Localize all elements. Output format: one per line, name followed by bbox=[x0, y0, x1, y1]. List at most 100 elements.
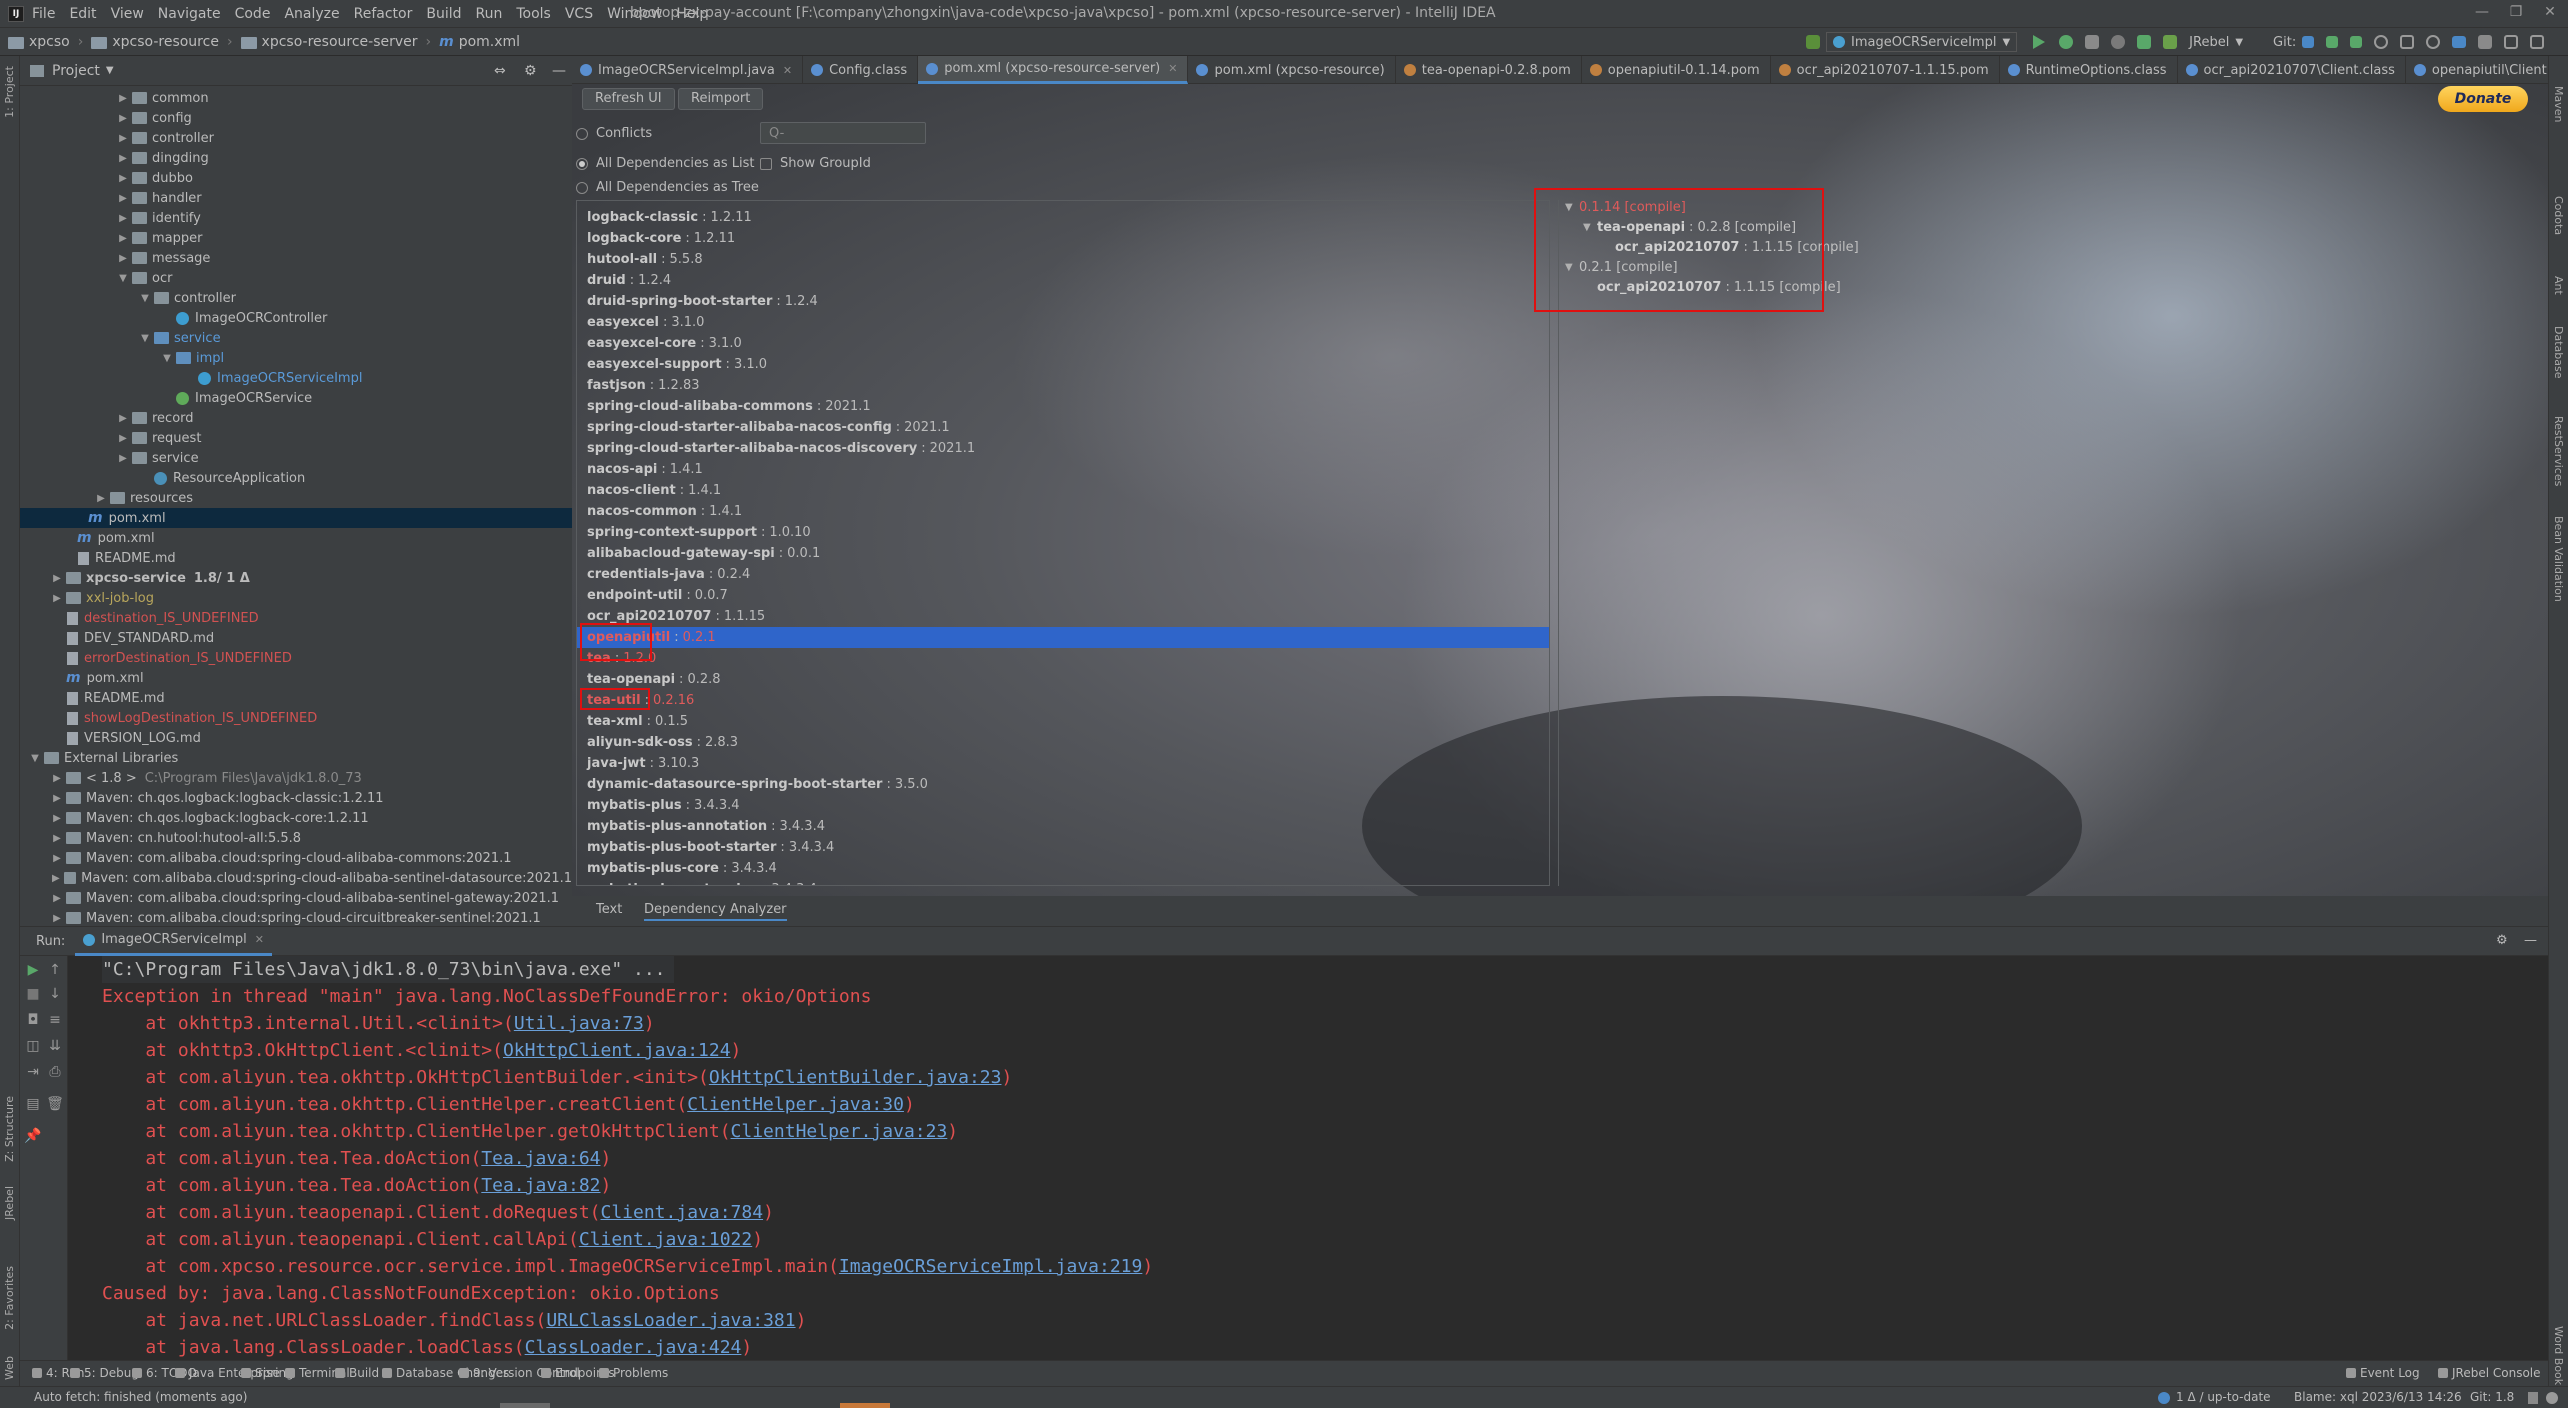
gear-icon[interactable]: ⚙ bbox=[2496, 933, 2508, 948]
close-icon[interactable]: ✕ bbox=[255, 933, 264, 946]
project-tree-item[interactable]: ▶ xpcso-service 1.8/ 1 Δ bbox=[20, 568, 572, 588]
tab-dependency-analyzer[interactable]: Dependency Analyzer bbox=[644, 902, 787, 921]
chevron-right-icon[interactable]: ▶ bbox=[50, 873, 62, 884]
source-link[interactable]: Util.java:73 bbox=[514, 1013, 644, 1034]
source-link[interactable]: Client.java:784 bbox=[601, 1202, 764, 1223]
project-tree-item[interactable]: ▶ controller bbox=[20, 128, 572, 148]
project-tree-item[interactable]: ▼ service bbox=[20, 328, 572, 348]
project-tree-item[interactable]: ▶ mapper bbox=[20, 228, 572, 248]
dependency-row[interactable]: endpoint-util:0.0.7 bbox=[577, 585, 1549, 606]
menu-code[interactable]: Code bbox=[235, 6, 271, 22]
trash-icon[interactable]: 🗑 bbox=[46, 1096, 64, 1112]
layout-icon[interactable]: ▤ bbox=[24, 1096, 42, 1112]
dependency-row[interactable]: druid:1.2.4 bbox=[577, 270, 1549, 291]
dependency-row[interactable]: hutool-all:5.5.8 bbox=[577, 249, 1549, 270]
dependency-row[interactable]: mybatis-plus-boot-starter:3.4.3.4 bbox=[577, 837, 1549, 858]
run-config-select[interactable]: ImageOCRServiceImpl ▼ bbox=[1826, 32, 2018, 52]
close-icon[interactable]: ✕ bbox=[2540, 4, 2560, 22]
arrow-down-icon[interactable]: ↓ bbox=[46, 986, 64, 1002]
close-icon[interactable]: ✕ bbox=[1168, 62, 1177, 75]
project-tree-item[interactable]: errorDestination_IS_UNDEFINED bbox=[20, 648, 572, 668]
breadcrumb-item[interactable]: m pom.xml bbox=[439, 34, 526, 50]
dependency-row[interactable]: mybatis-plus-extension: 3.4.3.4 bbox=[577, 879, 1549, 885]
chevron-right-icon[interactable]: ▶ bbox=[116, 173, 130, 184]
menu-tools[interactable]: Tools bbox=[516, 6, 551, 22]
presentation-icon[interactable] bbox=[2530, 35, 2545, 49]
menu-edit[interactable]: Edit bbox=[69, 6, 96, 22]
settings-icon[interactable] bbox=[2478, 35, 2493, 49]
git-push-icon[interactable] bbox=[2350, 36, 2363, 48]
git-branch-status[interactable]: Git: 1.8 bbox=[2470, 1390, 2514, 1404]
source-link[interactable]: ClientHelper.java:30 bbox=[687, 1094, 904, 1115]
dependency-row[interactable]: spring-context-support:1.0.10 bbox=[577, 522, 1549, 543]
chevron-right-icon[interactable]: ▶ bbox=[116, 153, 130, 164]
menu-refactor[interactable]: Refactor bbox=[354, 6, 413, 22]
stop-icon[interactable]: ■ bbox=[24, 986, 42, 1002]
run-tab[interactable]: ImageOCRServiceImpl ✕ bbox=[75, 926, 272, 956]
stripe-word-book[interactable]: Word Book bbox=[2552, 1326, 2565, 1385]
chevron-right-icon[interactable]: ▶ bbox=[50, 813, 64, 824]
source-link[interactable]: OkHttpClient.java:124 bbox=[503, 1040, 731, 1061]
project-tree-item[interactable]: ▶ identify bbox=[20, 208, 572, 228]
source-link[interactable]: ClassLoader.java:424 bbox=[525, 1337, 742, 1358]
chevron-right-icon[interactable]: ▶ bbox=[50, 773, 64, 784]
menu-navigate[interactable]: Navigate bbox=[158, 6, 221, 22]
menu-view[interactable]: View bbox=[111, 6, 144, 22]
toolwindow-problems[interactable]: Problems bbox=[599, 1366, 668, 1380]
chevron-right-icon[interactable]: ▶ bbox=[116, 413, 130, 424]
project-tree-item[interactable]: ▶ Maven: com.alibaba.cloud:spring-cloud-a… bbox=[20, 868, 572, 888]
chevron-right-icon[interactable]: ▶ bbox=[116, 453, 130, 464]
as-list-option[interactable]: All Dependencies as List bbox=[576, 156, 755, 171]
exit-icon[interactable]: ⇥ bbox=[24, 1064, 42, 1080]
editor-tab[interactable]: ImageOCRServiceImpl.java ✕ bbox=[572, 56, 804, 84]
project-tree-item[interactable]: m pom.xml bbox=[20, 528, 572, 548]
run-icon[interactable] bbox=[2033, 35, 2046, 49]
editor-tab[interactable]: pom.xml (xpcso-resource) bbox=[1188, 56, 1396, 84]
camera-icon[interactable]: ◘ bbox=[24, 1012, 42, 1028]
source-link[interactable]: Client.java:1022 bbox=[579, 1229, 752, 1250]
menu-run[interactable]: Run bbox=[476, 6, 503, 22]
stripe-maven[interactable]: Maven bbox=[2552, 86, 2565, 122]
dependency-row[interactable]: nacos-client:1.4.1 bbox=[577, 480, 1549, 501]
jrebel-debug-icon[interactable] bbox=[2163, 35, 2178, 49]
project-tree-item[interactable]: m pom.xml bbox=[20, 508, 572, 528]
chevron-down-icon[interactable]: ▼ bbox=[106, 65, 114, 76]
vcs-status[interactable]: 1 Δ / up-to-date bbox=[2176, 1390, 2271, 1404]
project-tree-item[interactable]: ▶ service bbox=[20, 448, 572, 468]
project-tree-item[interactable]: m pom.xml bbox=[20, 668, 572, 688]
project-tree-item[interactable]: ▶ < 1.8 > C:\Program Files\Java\jdk1.8.0_7… bbox=[20, 768, 572, 788]
debug-icon[interactable] bbox=[2059, 35, 2074, 49]
chevron-down-icon[interactable]: ▼ bbox=[138, 293, 152, 304]
as-list-radio[interactable] bbox=[576, 157, 588, 170]
toolwindow-build[interactable]: Build bbox=[335, 1366, 379, 1380]
chevron-right-icon[interactable]: ▶ bbox=[50, 593, 64, 604]
stripe-restservices[interactable]: RestServices bbox=[2552, 416, 2565, 486]
project-tree-item[interactable]: ▼ External Libraries bbox=[20, 748, 572, 768]
project-tree-item[interactable]: VERSION_LOG.md bbox=[20, 728, 572, 748]
chevron-right-icon[interactable]: ▶ bbox=[94, 493, 108, 504]
project-tree-item[interactable]: ▶ dubbo bbox=[20, 168, 572, 188]
chevron-right-icon[interactable]: ▶ bbox=[116, 213, 130, 224]
chevron-right-icon[interactable]: ▶ bbox=[116, 93, 130, 104]
as-tree-option[interactable]: All Dependencies as Tree bbox=[576, 180, 759, 195]
dependency-row[interactable]: aliyun-sdk-oss:2.8.3 bbox=[577, 732, 1549, 753]
show-groupid-option[interactable]: Show GroupId bbox=[760, 156, 871, 171]
editor-tab[interactable]: openapiutil-0.1.14.pom bbox=[1582, 56, 1771, 84]
menu-build[interactable]: Build bbox=[426, 6, 461, 22]
close-icon[interactable]: ✕ bbox=[783, 64, 792, 77]
chevron-right-icon[interactable]: ▶ bbox=[116, 193, 130, 204]
breadcrumb-item[interactable]: xpcso bbox=[8, 34, 76, 50]
chevron-right-icon[interactable]: ▶ bbox=[116, 233, 130, 244]
editor-tab[interactable]: RuntimeOptions.class bbox=[2000, 56, 2178, 84]
project-tree-item[interactable]: ▼ controller bbox=[20, 288, 572, 308]
gear-icon[interactable]: ⚙ bbox=[524, 63, 537, 79]
project-tree-item[interactable]: ▶ dingding bbox=[20, 148, 572, 168]
project-tree-item[interactable]: showLogDestination_IS_UNDEFINED bbox=[20, 708, 572, 728]
source-link[interactable]: Tea.java:64 bbox=[481, 1148, 600, 1169]
dependency-row[interactable]: logback-classic:1.2.11 bbox=[577, 207, 1549, 228]
dependency-row[interactable]: fastjson:1.2.83 bbox=[577, 375, 1549, 396]
project-tree-item[interactable]: ▶ Maven: com.alibaba.cloud:spring-cloud-a… bbox=[20, 888, 572, 908]
project-tree-item[interactable]: ▶ Maven: ch.qos.logback:logback-core:1.2.… bbox=[20, 808, 572, 828]
project-tree-item[interactable]: ▼ impl bbox=[20, 348, 572, 368]
dependency-row[interactable]: spring-cloud-alibaba-commons:2021.1 bbox=[577, 396, 1549, 417]
